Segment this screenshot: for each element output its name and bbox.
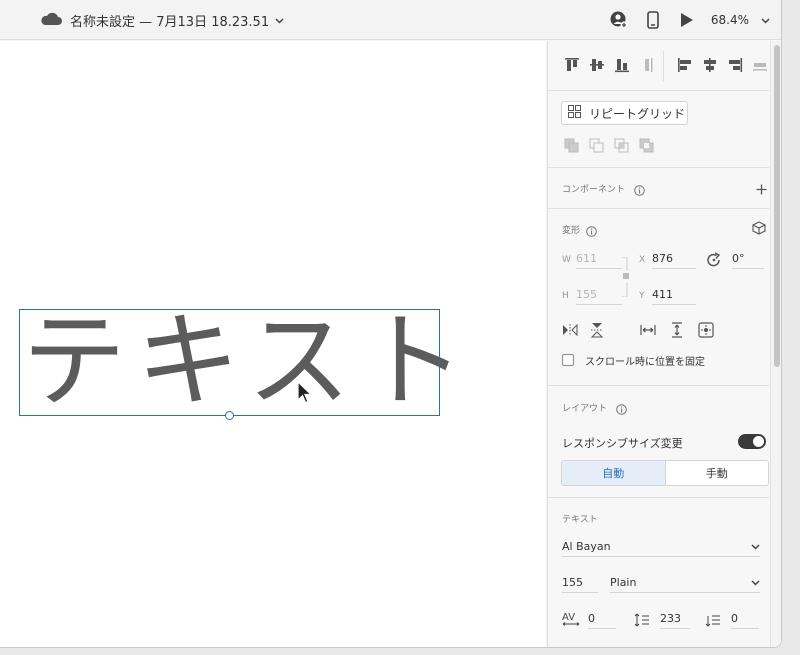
repeat-grid-section: リピートグリッド	[548, 91, 769, 168]
rotation-field[interactable]: 0°	[732, 251, 764, 269]
document-title: 名称未設定 — 7月13日 18.23.51	[70, 15, 270, 30]
chevron-down-icon	[275, 13, 292, 28]
paragraph-spacing-field[interactable]: 0	[731, 611, 759, 629]
text-heading: テキスト	[562, 515, 598, 525]
boolean-add-icon[interactable]	[560, 134, 584, 158]
character-spacing-icon: AV	[562, 611, 580, 631]
repeat-grid-button[interactable]: リピートグリッド	[561, 101, 688, 125]
fix-position-label: スクロール時に位置を固定	[585, 357, 705, 368]
artboard-canvas[interactable]: テキスト	[0, 41, 546, 647]
component-section: コンポーネント	[548, 168, 769, 209]
resize-auto-option[interactable]: 自動	[562, 461, 666, 485]
pin-edges-icon[interactable]	[694, 318, 718, 342]
zoom-level: 68.4%	[710, 13, 749, 27]
align-center-icon[interactable]	[698, 53, 722, 77]
fixed-width-icon[interactable]	[636, 318, 660, 342]
alignment-toolbar	[548, 41, 769, 91]
y-label: Y	[639, 291, 645, 301]
resize-handle[interactable]	[225, 411, 234, 420]
x-field[interactable]: 876	[652, 251, 696, 269]
chevron-down-icon	[761, 13, 770, 27]
fix-position-checkbox[interactable]	[562, 354, 574, 366]
font-family-dropdown[interactable]: Al Bayan	[562, 537, 760, 557]
align-right-icon[interactable]	[723, 53, 747, 77]
align-left-icon[interactable]	[673, 53, 697, 77]
selection-box[interactable]	[19, 309, 440, 416]
responsive-resize-label: レスポンシブサイズ変更	[562, 437, 683, 450]
transform-heading: 変形	[562, 226, 581, 236]
layout-section: レイアウト レスポンシブサイズ変更 自動 手動	[548, 386, 769, 498]
device-preview-icon[interactable]	[643, 8, 663, 32]
cloud-icon	[40, 12, 70, 30]
titlebar: 名称未設定 — 7月13日 18.23.51 68.4%	[0, 0, 781, 40]
resize-manual-option[interactable]: 手動	[666, 461, 769, 485]
info-icon[interactable]	[616, 400, 627, 419]
x-label: X	[639, 255, 646, 265]
line-spacing-icon	[634, 612, 650, 631]
grid-icon	[568, 105, 581, 121]
property-inspector: リピートグリッド コンポーネント 変形 W 611 H 155 X 876 Y …	[547, 41, 769, 647]
paragraph-spacing-icon	[705, 612, 721, 631]
resize-mode-segmented: 自動 手動	[561, 460, 769, 486]
align-middle-icon[interactable]	[585, 53, 609, 77]
document-title-dropdown[interactable]: 名称未設定 — 7月13日 18.23.51	[40, 11, 292, 30]
chevron-down-icon	[751, 540, 760, 553]
fixed-height-icon[interactable]	[665, 318, 689, 342]
chevron-down-icon	[751, 576, 760, 589]
lock-aspect-icon[interactable]	[622, 256, 630, 301]
flip-vertical-icon[interactable]	[585, 318, 609, 342]
text-section: テキスト Al Bayan 155 Plain AV 0 233 0	[548, 498, 769, 647]
flip-horizontal-icon[interactable]	[558, 318, 582, 342]
height-field[interactable]: 155	[576, 287, 622, 305]
align-top-icon[interactable]	[560, 53, 584, 77]
line-spacing-field[interactable]: 233	[660, 611, 690, 629]
responsive-resize-toggle[interactable]	[738, 434, 766, 449]
info-icon[interactable]	[586, 222, 597, 241]
component-heading: コンポーネント	[562, 185, 626, 195]
zoom-dropdown[interactable]: 68.4%	[711, 13, 770, 27]
width-field[interactable]: 611	[576, 251, 622, 269]
boolean-intersect-icon[interactable]	[610, 134, 634, 158]
info-icon[interactable]	[634, 181, 645, 200]
repeat-grid-label: リピートグリッド	[589, 106, 686, 121]
align-bottom-icon[interactable]	[610, 53, 634, 77]
panel-scrollbar[interactable]	[770, 41, 781, 647]
font-family-value: Al Bayan	[562, 540, 611, 553]
distribute-vertical-icon[interactable]	[635, 53, 659, 77]
play-icon[interactable]	[677, 8, 697, 32]
app-window: 名称未設定 — 7月13日 18.23.51 68.4% テキスト リピートグリ…	[0, 0, 782, 648]
font-weight-dropdown[interactable]: Plain	[610, 573, 760, 593]
width-label: W	[562, 255, 571, 265]
mouse-cursor-icon	[297, 380, 313, 409]
font-size-field[interactable]: 155	[562, 575, 598, 593]
svg-text:AV: AV	[562, 612, 575, 623]
transform-section: 変形 W 611 H 155 X 876 Y 411 0° スクロール時に位置を…	[548, 209, 769, 386]
share-user-icon[interactable]	[609, 8, 629, 32]
scrollbar-thumb[interactable]	[774, 45, 780, 367]
layout-heading: レイアウト	[562, 404, 608, 414]
font-weight-value: Plain	[610, 576, 637, 589]
distribute-horizontal-icon[interactable]	[748, 53, 769, 77]
boolean-exclude-icon[interactable]	[635, 134, 659, 158]
height-label: H	[562, 291, 569, 301]
character-spacing-field[interactable]: 0	[588, 611, 616, 629]
rotate-icon	[706, 252, 722, 272]
add-component-icon[interactable]	[756, 180, 767, 199]
y-field[interactable]: 411	[652, 287, 696, 305]
3d-cube-icon[interactable]	[752, 220, 766, 239]
boolean-subtract-icon[interactable]	[585, 134, 609, 158]
